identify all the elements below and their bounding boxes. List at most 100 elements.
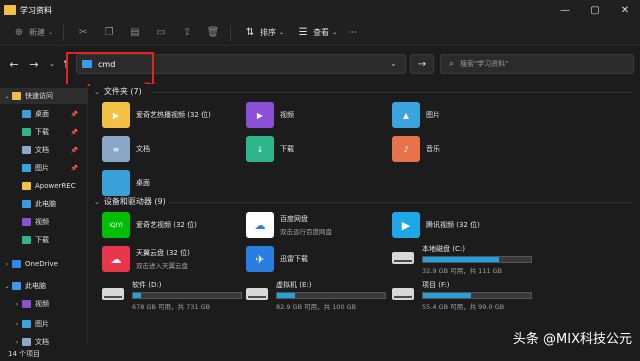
folder-text: 爱奇艺热播视频 (32 位) [136, 110, 211, 120]
chevron-icon[interactable]: › [12, 321, 22, 328]
folder-tile[interactable]: ↓ 下载 [246, 134, 294, 164]
device-tile[interactable]: ☁ 天翼云盘 (32 位) 双击进入天翼云盘 [102, 244, 190, 274]
folder-tile[interactable]: ♪ 音乐 [392, 134, 440, 164]
device-tile[interactable]: ✈ 迅雷下载 [246, 244, 308, 274]
plus-circle-icon: ⊕ [14, 27, 24, 38]
drive-tile[interactable]: 虚拟机 (E:) 82.9 GB 可用，共 100 GB [246, 280, 386, 311]
close-button[interactable]: ✕ [610, 0, 640, 20]
sidebar-item[interactable]: › 视频 [0, 296, 88, 312]
drive-name: 本地磁盘 (C:) [422, 245, 465, 253]
documents-icon [22, 146, 31, 154]
sort-button[interactable]: ⇅ 排序 ⌄ [243, 26, 284, 40]
content-pane: ⌄ 文件夹 (7) ⌄ 设备和驱动器 (9) ▶ 爱奇艺热播视频 (32 位) ▶ 视… [90, 84, 640, 346]
paste-button[interactable]: ▤ [128, 26, 142, 40]
folders-section-title: 文件夹 (7) [103, 87, 142, 96]
delete-button[interactable]: 🗑 [206, 26, 220, 40]
device-text: 迅雷下载 [280, 254, 308, 264]
divider [63, 24, 65, 41]
download-icon [22, 236, 31, 244]
sidebar-item[interactable]: › 图片 [0, 316, 88, 332]
device-name: 爱奇艺视频 (32 位) [136, 221, 197, 229]
drive-tile[interactable]: 项目 (F:) 55.4 GB 可用，共 99.0 GB [392, 280, 532, 311]
drive-usage-fill [423, 257, 499, 262]
sidebar-item-label: 下载 [35, 236, 49, 244]
sidebar-item[interactable]: 文档 📌 [0, 142, 88, 158]
device-subtitle: 双击进入天翼云盘 [136, 262, 188, 270]
sidebar-item[interactable]: ⌄ 快速访问 [0, 88, 88, 104]
folder-tile[interactable]: ▲ 图片 [392, 100, 440, 130]
view-button[interactable]: ☰ 查看 ⌄ [296, 26, 338, 40]
folder-icon [22, 182, 31, 190]
folder-tile[interactable]: 桌面 [102, 168, 150, 198]
more-button[interactable]: ··· [349, 28, 357, 37]
drive-tile[interactable]: 本地磁盘 (C:) 32.9 GB 可用，共 111 GB [392, 244, 532, 275]
drive-name: 虚拟机 (E:) [276, 281, 312, 289]
desktop-folder-icon [102, 170, 130, 196]
command-bar: ⊕ 新建 ⌄ ✂ ❐ ▤ ▭ ⇪ 🗑 ⇅ 排序 ⌄ ☰ 查看 ⌄ ··· [0, 20, 640, 46]
pictures-icon [22, 320, 31, 328]
maximize-button[interactable]: ▢ [580, 0, 610, 20]
cloud-icon [12, 260, 21, 268]
chevron-icon[interactable]: ⌄ [2, 93, 12, 100]
search-input[interactable] [460, 60, 621, 68]
chevron-icon[interactable]: ⌄ [2, 283, 12, 290]
star-icon [12, 92, 21, 100]
pin-icon: 📌 [70, 164, 78, 172]
chevron-down-icon: ⌄ [94, 87, 100, 96]
sidebar-item[interactable]: › OneDrive [0, 256, 88, 272]
device-name: 迅雷下载 [280, 255, 308, 263]
hard-drive-icon [102, 288, 124, 300]
title-bar: 学习资料 — ▢ ✕ [0, 0, 640, 20]
pin-icon: 📌 [70, 146, 78, 154]
device-name: 百度网盘 [280, 215, 308, 223]
drive-usage-fill [423, 293, 471, 298]
new-button[interactable]: ⊕ 新建 ⌄ [12, 26, 53, 40]
sidebar-item-label: ApowerREC [35, 182, 76, 190]
folder-tile[interactable]: ≡ 文档 [102, 134, 150, 164]
sidebar-item[interactable]: ApowerREC [0, 178, 88, 194]
device-tile[interactable]: ☁ 百度网盘 双击运行百度网盘 [246, 210, 332, 240]
sidebar-item[interactable]: 图片 📌 [0, 160, 88, 176]
folder-text: 视频 [280, 110, 294, 120]
videos-folder-icon: ▶ [246, 102, 274, 128]
drive-usage-bar [276, 292, 386, 299]
address-dropdown-button[interactable]: ⌄ [390, 59, 397, 68]
sidebar-item-label: 快速访问 [25, 92, 53, 100]
sidebar-item-label: 桌面 [35, 110, 49, 118]
sidebar-item-label: 视频 [35, 218, 49, 226]
drive-tile[interactable]: 软件 (D:) 678 GB 可用，共 731 GB [102, 280, 242, 311]
folder-tile[interactable]: ▶ 爱奇艺热播视频 (32 位) [102, 100, 211, 130]
copy-button[interactable]: ❐ [102, 26, 116, 40]
sidebar-item[interactable]: 此电脑 [0, 196, 88, 212]
folder-icon [4, 5, 16, 15]
pc-icon [12, 282, 21, 290]
sort-label: 排序 [260, 28, 277, 37]
device-tile[interactable]: iQIYI 爱奇艺视频 (32 位) [102, 210, 197, 240]
search-box[interactable]: ⌕ [440, 54, 634, 74]
device-tile[interactable]: ▶ 腾讯视频 (32 位) [392, 210, 480, 240]
pictures-folder-icon: ▲ [392, 102, 420, 128]
forward-button[interactable]: → [26, 56, 42, 72]
desktop-icon [22, 110, 31, 118]
share-button[interactable]: ⇪ [180, 26, 194, 40]
sidebar-item[interactable]: 视频 [0, 214, 88, 230]
sidebar-item[interactable]: 下载 📌 [0, 124, 88, 140]
back-button[interactable]: ← [6, 56, 22, 72]
sidebar-item[interactable]: ⌄ 此电脑 [0, 278, 88, 294]
chevron-icon[interactable]: › [12, 339, 22, 346]
folders-section-header[interactable]: ⌄ 文件夹 (7) [94, 86, 142, 97]
sidebar-item[interactable]: 桌面 📌 [0, 106, 88, 122]
chevron-icon[interactable]: › [12, 301, 22, 308]
drive-space: 32.9 GB 可用，共 111 GB [422, 267, 503, 275]
folder-text: 桌面 [136, 178, 150, 188]
chevron-icon[interactable]: › [2, 261, 12, 268]
cut-button[interactable]: ✂ [76, 26, 90, 40]
sidebar-item[interactable]: 下载 [0, 232, 88, 248]
folder-tile[interactable]: ▶ 视频 [246, 100, 294, 130]
minimize-button[interactable]: — [550, 0, 580, 20]
download-icon [22, 128, 31, 136]
music-folder-icon: ♪ [392, 136, 420, 162]
rename-button[interactable]: ▭ [154, 26, 168, 40]
share-icon: ⇪ [182, 27, 192, 38]
go-button[interactable]: → [410, 54, 434, 74]
